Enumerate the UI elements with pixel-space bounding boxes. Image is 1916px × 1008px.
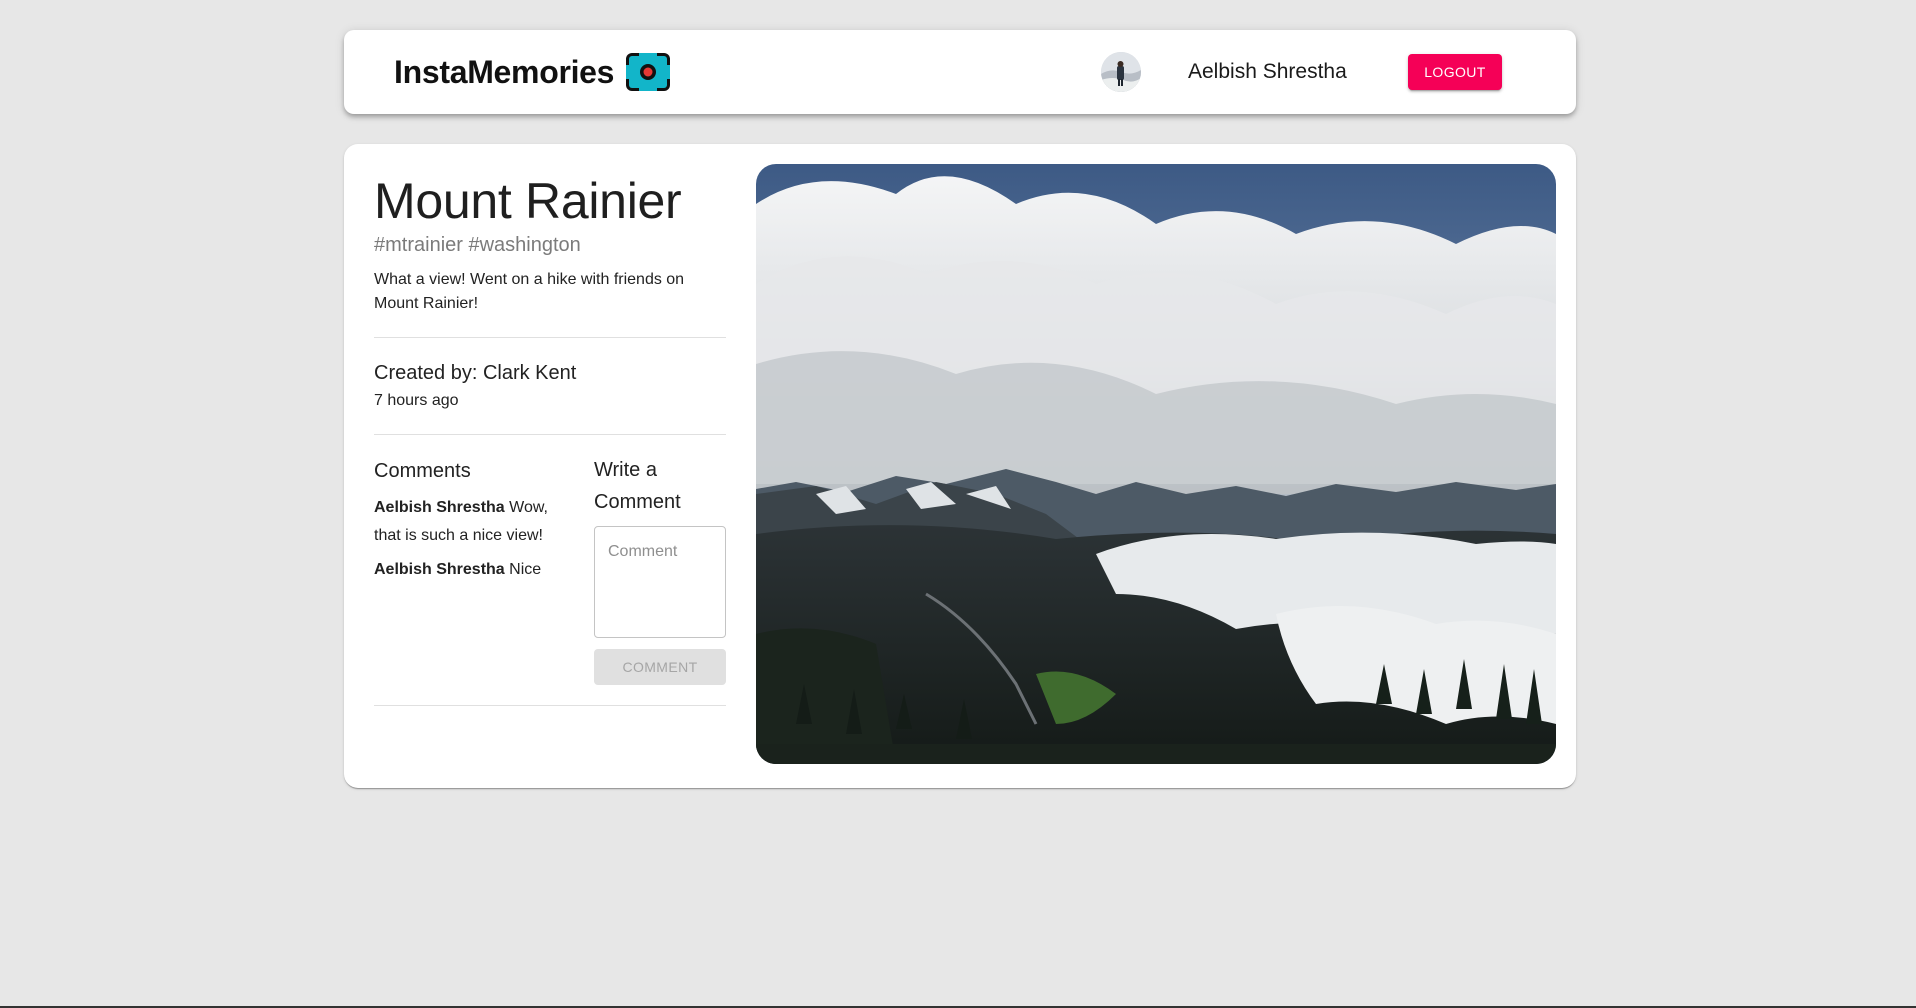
post-message: What a view! Went on a hike with friends… [374, 271, 685, 312]
comment-item: Aelbish Shrestha Wow, that is such a nic… [374, 494, 564, 550]
post-tags: #mtrainier #washington [374, 234, 581, 256]
divider [374, 434, 726, 435]
comment-author: Aelbish Shrestha [374, 561, 505, 578]
comments-list: Aelbish Shrestha Wow, that is such a nic… [374, 494, 564, 590]
post-details-card: Mount Rainier #mtrainier #washington Wha… [344, 144, 1576, 788]
write-comment-heading: Write a Comment [594, 459, 681, 513]
divider [374, 705, 726, 706]
post-time: 7 hours ago [374, 392, 459, 409]
brand-title[interactable]: InstaMemories [394, 54, 614, 91]
mountain-landscape-photo [756, 164, 1556, 764]
comment-text: Nice [509, 561, 542, 578]
divider [374, 337, 726, 338]
brand[interactable]: InstaMemories [394, 30, 671, 114]
comment-submit-button[interactable]: COMMENT [594, 649, 726, 685]
comments-heading: Comments [374, 460, 471, 482]
camera-icon [625, 52, 671, 92]
comment-item: Aelbish Shrestha Nice [374, 556, 564, 584]
post-creator: Created by: Clark Kent [374, 362, 577, 384]
comment-author: Aelbish Shrestha [374, 499, 505, 516]
user-name: Aelbish Shrestha [1188, 60, 1347, 83]
comment-input[interactable] [594, 526, 726, 638]
app-bar: InstaMemories Aelbish Shrestha LOGOUT [344, 30, 1576, 114]
post-title: Mount Rainier [374, 173, 682, 229]
avatar [1101, 52, 1141, 92]
logout-button[interactable]: LOGOUT [1408, 54, 1502, 90]
